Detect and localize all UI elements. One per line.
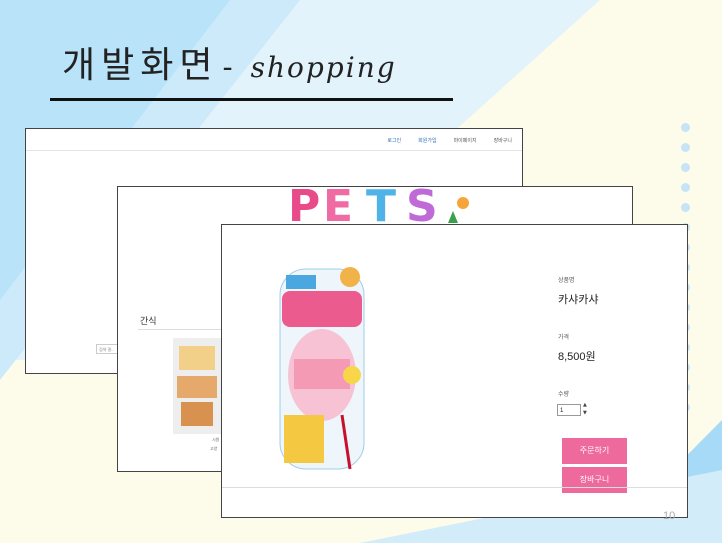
title-underline [50,98,453,101]
dot [681,123,690,132]
category-title: 간식 [140,316,157,326]
svg-text:S: S [406,186,438,225]
product-detail-window: 상품명 카샤카샤 가격 8,500원 수량 1 ▲ ▼ 주문하기 장바구니 [221,224,688,518]
category-divider [138,329,228,330]
quantity-input[interactable]: 1 [557,404,581,416]
thumbnail-caption: 시원 [212,437,220,442]
nav-cart-link[interactable]: 장바구니 [494,137,512,144]
nav-divider [26,150,522,151]
dot [681,163,690,172]
name-label: 상품명 [558,278,575,284]
stepper-down-icon[interactable]: ▼ [583,410,587,416]
order-button[interactable]: 주문하기 [562,438,627,464]
footer-divider [222,487,687,488]
product-name: 카샤카샤 [558,294,599,306]
quantity-label: 수량 [558,392,570,398]
top-nav: 로그인 회원가입 마이페이지 장바구니 [387,137,512,144]
svg-text:T: T [366,186,396,225]
dot [681,143,690,152]
thumbnail-caption: 고양 [210,446,218,451]
title-english: shopping [250,51,397,84]
product-price: 8,500원 [558,351,596,363]
svg-text:E: E [323,186,353,225]
title-korean: 개발화면 [62,45,219,86]
nav-mypage-link[interactable]: 마이페이지 [454,137,477,144]
dot [681,183,690,192]
pets-logo: P E T S [288,186,469,225]
product-image [279,267,365,470]
price-label: 가격 [558,335,570,341]
nav-login-link[interactable]: 로그인 [387,137,401,144]
nav-signup-link[interactable]: 회원가입 [418,137,436,144]
add-to-cart-button[interactable]: 장바구니 [562,467,627,493]
title-dash: - [222,50,233,85]
stepper-up-icon[interactable]: ▲ [583,402,587,408]
dot [681,203,690,212]
slide-title: 개발화면 - shopping [62,36,397,86]
page-number: 10 [663,510,676,522]
svg-text:P: P [288,186,320,225]
product-thumbnail[interactable] [173,338,221,434]
